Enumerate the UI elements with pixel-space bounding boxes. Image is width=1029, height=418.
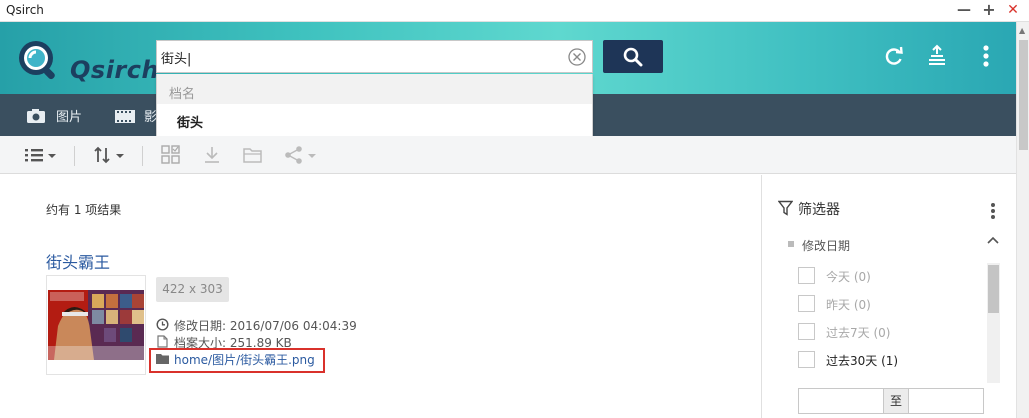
group-bullet xyxy=(788,241,794,247)
filter-option-label: 昨天 (0) xyxy=(826,298,871,312)
film-icon xyxy=(115,110,135,123)
search-button[interactable] xyxy=(603,40,663,73)
qsirch-logo: Qsirch xyxy=(14,36,159,84)
maximize-icon[interactable]: + xyxy=(981,2,997,18)
window-title: Qsirch xyxy=(6,3,44,17)
category-tab-pictures[interactable]: 图片 xyxy=(26,106,96,126)
filter-icon xyxy=(778,200,793,216)
filter-option-label: 今天 (0) xyxy=(826,270,871,284)
minimize-icon[interactable]: — xyxy=(956,2,972,18)
result-count: 约有 1 项结果 xyxy=(46,203,122,217)
search-suggestion-dropdown: 档名 街头 xyxy=(156,74,593,137)
category-label-pictures: 图片 xyxy=(56,110,83,125)
category-tab-videos[interactable]: 影 xyxy=(114,106,159,126)
toolbar-divider xyxy=(142,146,143,166)
filter-option-label: 过去30天 (1) xyxy=(826,354,899,368)
result-title-link[interactable]: 街头霸王 xyxy=(46,249,110,273)
checkbox[interactable] xyxy=(798,267,815,284)
window-scrollbar[interactable]: ▲ xyxy=(1016,22,1029,418)
file-icon xyxy=(157,335,168,348)
checkbox[interactable] xyxy=(798,295,815,312)
filter-group-label: 修改日期 xyxy=(802,239,851,253)
window-titlebar: Qsirch — + ✕ xyxy=(0,0,1029,22)
window-scrollbar-thumb[interactable] xyxy=(1019,40,1028,150)
result-thumbnail[interactable] xyxy=(46,275,146,375)
checkbox[interactable] xyxy=(798,351,815,368)
refresh-icon[interactable] xyxy=(882,42,906,70)
filter-scrollbar[interactable] xyxy=(987,263,1000,383)
results-area: 约有 1 项结果 街头霸王 422 x 303 修改日期: 2016/07/06… xyxy=(0,175,760,418)
open-folder-icon[interactable] xyxy=(242,145,264,165)
date-from-field[interactable] xyxy=(799,389,883,413)
modified-date-value: 2016/07/06 04:04:39 xyxy=(229,319,357,333)
date-to-field[interactable] xyxy=(909,389,983,413)
search-field[interactable] xyxy=(156,40,593,73)
download-icon[interactable] xyxy=(202,145,222,165)
chevron-up-icon[interactable] xyxy=(986,235,1000,245)
file-path-text: home/图片/街头霸王.png xyxy=(174,353,315,367)
select-all-icon[interactable] xyxy=(160,145,182,165)
logo-text: Qsirch xyxy=(70,56,160,84)
filter-scrollbar-thumb[interactable] xyxy=(988,265,999,313)
image-dimensions-badge: 422 x 303 xyxy=(156,277,229,302)
background-tasks-icon[interactable] xyxy=(925,42,949,70)
clear-search-icon[interactable] xyxy=(568,48,586,66)
filter-panel: 筛选器 修改日期 今天 (0) 昨天 (0) 过去7天 (0) 过去30天 (1… xyxy=(761,175,1016,418)
date-range-input: 至 xyxy=(798,388,984,414)
checkbox[interactable] xyxy=(798,323,815,340)
suggestion-group-header: 档名 xyxy=(157,74,592,104)
share-icon[interactable] xyxy=(284,145,318,165)
filter-option-label: 过去7天 (0) xyxy=(826,326,891,340)
clock-icon xyxy=(156,318,169,331)
suggestion-item[interactable]: 街头 xyxy=(157,104,592,134)
logo-magnifier-icon xyxy=(19,41,55,80)
date-range-separator: 至 xyxy=(883,389,909,413)
filter-more-icon[interactable] xyxy=(988,201,998,221)
folder-icon xyxy=(156,354,169,364)
camera-icon xyxy=(27,109,45,123)
results-toolbar xyxy=(0,136,1016,174)
modified-date-label: 修改日期: xyxy=(174,319,227,333)
search-input[interactable] xyxy=(161,46,561,68)
search-icon xyxy=(623,47,643,67)
toolbar-divider xyxy=(74,146,75,166)
scroll-up-arrow-icon[interactable]: ▲ xyxy=(1019,26,1025,35)
more-options-icon[interactable] xyxy=(974,42,998,70)
sort-icon[interactable] xyxy=(92,145,126,165)
filter-title: 筛选器 xyxy=(798,202,840,218)
close-icon[interactable]: ✕ xyxy=(1005,2,1021,18)
thumbnail-image xyxy=(48,290,144,360)
view-mode-list-icon[interactable] xyxy=(24,145,58,165)
